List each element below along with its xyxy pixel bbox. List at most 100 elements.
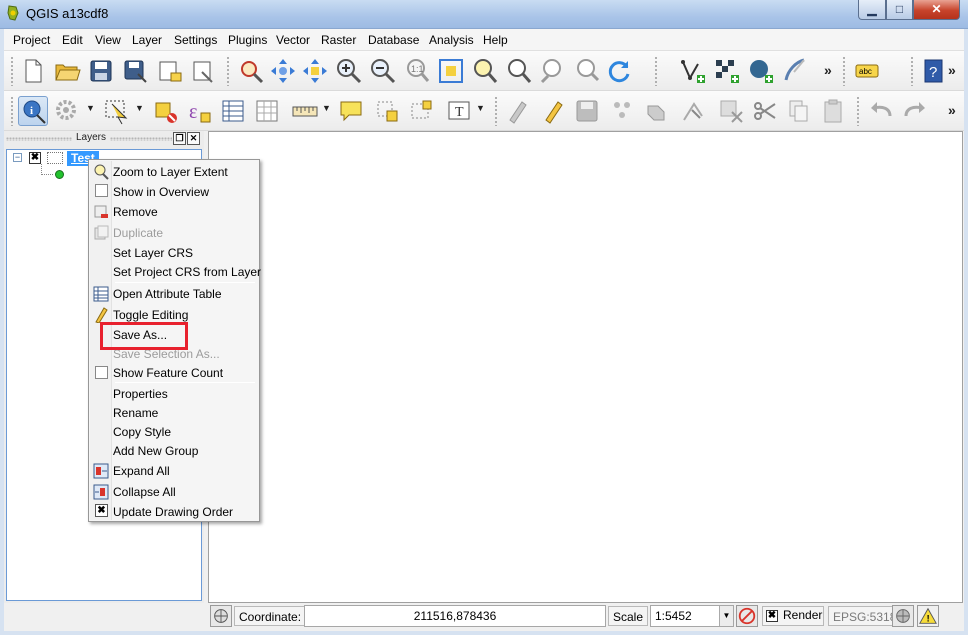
toolbar-grip[interactable]	[654, 56, 658, 86]
zoom-actual-size-button[interactable]: 1:1	[402, 56, 432, 86]
menu-help[interactable]: Help	[483, 33, 508, 47]
action-dropdown-arrow[interactable]: ▼	[86, 103, 95, 113]
show-bookmarks-button[interactable]	[406, 96, 436, 126]
map-canvas[interactable]	[208, 131, 963, 603]
close-button[interactable]: ✕	[913, 0, 960, 20]
menu-copy-style[interactable]: Copy Style	[113, 425, 171, 439]
current-edits-button[interactable]	[502, 96, 532, 126]
label-tool-button[interactable]: abc	[852, 56, 882, 86]
layers-panel-header[interactable]: Layers ❐ ✕	[4, 131, 204, 147]
toolbar-grip[interactable]	[10, 96, 14, 126]
run-feature-action-button[interactable]	[52, 96, 82, 126]
select-features-button[interactable]	[102, 96, 132, 126]
menu-update-drawing-order[interactable]: Update Drawing Order	[113, 505, 233, 519]
checkbox-unchecked-icon[interactable]	[95, 366, 108, 379]
menu-plugins[interactable]: Plugins	[228, 33, 267, 47]
paste-features-button[interactable]	[818, 96, 848, 126]
zoom-in-button[interactable]	[334, 56, 364, 86]
measure-dropdown-arrow[interactable]: ▼	[322, 103, 331, 113]
toolbar-more-button[interactable]: »	[824, 62, 832, 78]
checkbox-unchecked-icon[interactable]	[95, 184, 108, 197]
pan-map-button[interactable]	[236, 56, 266, 86]
measure-line-button[interactable]	[290, 96, 320, 126]
menu-raster[interactable]: Raster	[321, 33, 356, 47]
zoom-to-layer-button[interactable]	[470, 56, 500, 86]
crs-projection-button[interactable]	[892, 605, 914, 627]
zoom-next-button[interactable]	[572, 56, 602, 86]
checkbox-checked-icon[interactable]: ✖	[95, 504, 108, 517]
toolbar-grip[interactable]	[856, 96, 860, 126]
menu-toggle-editing[interactable]: Toggle Editing	[113, 308, 188, 322]
identify-features-button[interactable]: i	[18, 96, 48, 126]
render-checkbox[interactable]: ✖	[766, 610, 778, 622]
save-project-button[interactable]	[86, 56, 116, 86]
layer-expander-icon[interactable]: −	[13, 153, 22, 162]
delete-selected-button[interactable]	[716, 96, 746, 126]
panel-drag-handle[interactable]	[6, 137, 72, 141]
zoom-last-button[interactable]	[538, 56, 568, 86]
coordinate-toggle-button[interactable]	[210, 605, 232, 627]
save-as-project-button[interactable]	[120, 56, 150, 86]
menu-open-attribute-table[interactable]: Open Attribute Table	[113, 287, 222, 301]
menu-show-feature-count[interactable]: Show Feature Count	[113, 366, 223, 380]
save-layer-edits-button[interactable]	[572, 96, 602, 126]
crs-status-button[interactable]: EPSG:5318	[828, 606, 902, 626]
menu-vector[interactable]: Vector	[276, 33, 310, 47]
toolbar-grip[interactable]	[842, 56, 846, 86]
coordinate-field[interactable]: 211516,878436	[304, 605, 606, 627]
toolbar-grip[interactable]	[226, 56, 230, 86]
menu-settings[interactable]: Settings	[174, 33, 217, 47]
new-bookmark-button[interactable]	[372, 96, 402, 126]
panel-float-button[interactable]: ❐	[173, 132, 186, 145]
select-dropdown-arrow[interactable]: ▼	[135, 103, 144, 113]
add-vector-layer-button[interactable]	[678, 56, 708, 86]
undo-button[interactable]	[866, 96, 896, 126]
render-toggle[interactable]: ✖ Render	[762, 606, 824, 626]
menu-collapse-all[interactable]: Collapse All	[113, 485, 176, 499]
map-tips-button[interactable]	[336, 96, 366, 126]
select-by-expression-button[interactable]: ε	[184, 96, 214, 126]
scale-combobox[interactable]: 1:5452 ▼	[650, 605, 734, 627]
menu-remove[interactable]: Remove	[113, 205, 158, 219]
deselect-all-button[interactable]	[150, 96, 180, 126]
annotation-dropdown-arrow[interactable]: ▼	[476, 103, 485, 113]
text-annotation-button[interactable]: T	[444, 96, 474, 126]
cut-features-button[interactable]	[750, 96, 780, 126]
layer-visibility-checkbox[interactable]: ✖	[29, 152, 41, 164]
composer-manager-button[interactable]	[188, 56, 218, 86]
node-tool-button[interactable]	[678, 96, 708, 126]
menu-rename[interactable]: Rename	[113, 406, 158, 420]
open-attribute-table-button[interactable]	[218, 96, 248, 126]
menu-analysis[interactable]: Analysis	[429, 33, 474, 47]
toolbar-more-button[interactable]: »	[948, 62, 956, 78]
menu-edit[interactable]: Edit	[62, 33, 83, 47]
move-feature-button[interactable]	[642, 96, 672, 126]
pan-to-selection-button[interactable]	[268, 56, 298, 86]
copy-features-button[interactable]	[784, 96, 814, 126]
menu-set-project-crs-from-layer[interactable]: Set Project CRS from Layer	[113, 265, 261, 279]
menu-expand-all[interactable]: Expand All	[113, 464, 170, 478]
add-feature-button[interactable]	[608, 96, 638, 126]
zoom-to-selection-button[interactable]	[436, 56, 466, 86]
menu-properties[interactable]: Properties	[113, 387, 168, 401]
messages-button[interactable]: !	[917, 605, 939, 627]
menu-set-layer-crs[interactable]: Set Layer CRS	[113, 246, 193, 260]
maximize-button[interactable]: □	[886, 0, 913, 20]
toolbar-grip[interactable]	[910, 56, 914, 86]
menu-add-new-group[interactable]: Add New Group	[113, 444, 198, 458]
stop-render-button[interactable]	[736, 605, 758, 627]
scale-dropdown-arrow[interactable]: ▼	[719, 606, 733, 626]
zoom-out-button[interactable]	[368, 56, 398, 86]
menu-project[interactable]: Project	[13, 33, 50, 47]
menu-layer[interactable]: Layer	[132, 33, 162, 47]
add-postgis-layer-button[interactable]	[746, 56, 776, 86]
add-spatialite-layer-button[interactable]	[780, 56, 810, 86]
panel-close-button[interactable]: ✕	[187, 132, 200, 145]
field-calculator-button[interactable]	[252, 96, 282, 126]
minimize-button[interactable]: ▁	[858, 0, 886, 20]
add-raster-layer-button[interactable]	[712, 56, 742, 86]
help-button[interactable]: ?	[918, 56, 948, 86]
toolbar-grip[interactable]	[494, 96, 498, 126]
new-print-composer-button[interactable]	[154, 56, 184, 86]
open-project-button[interactable]	[52, 56, 82, 86]
